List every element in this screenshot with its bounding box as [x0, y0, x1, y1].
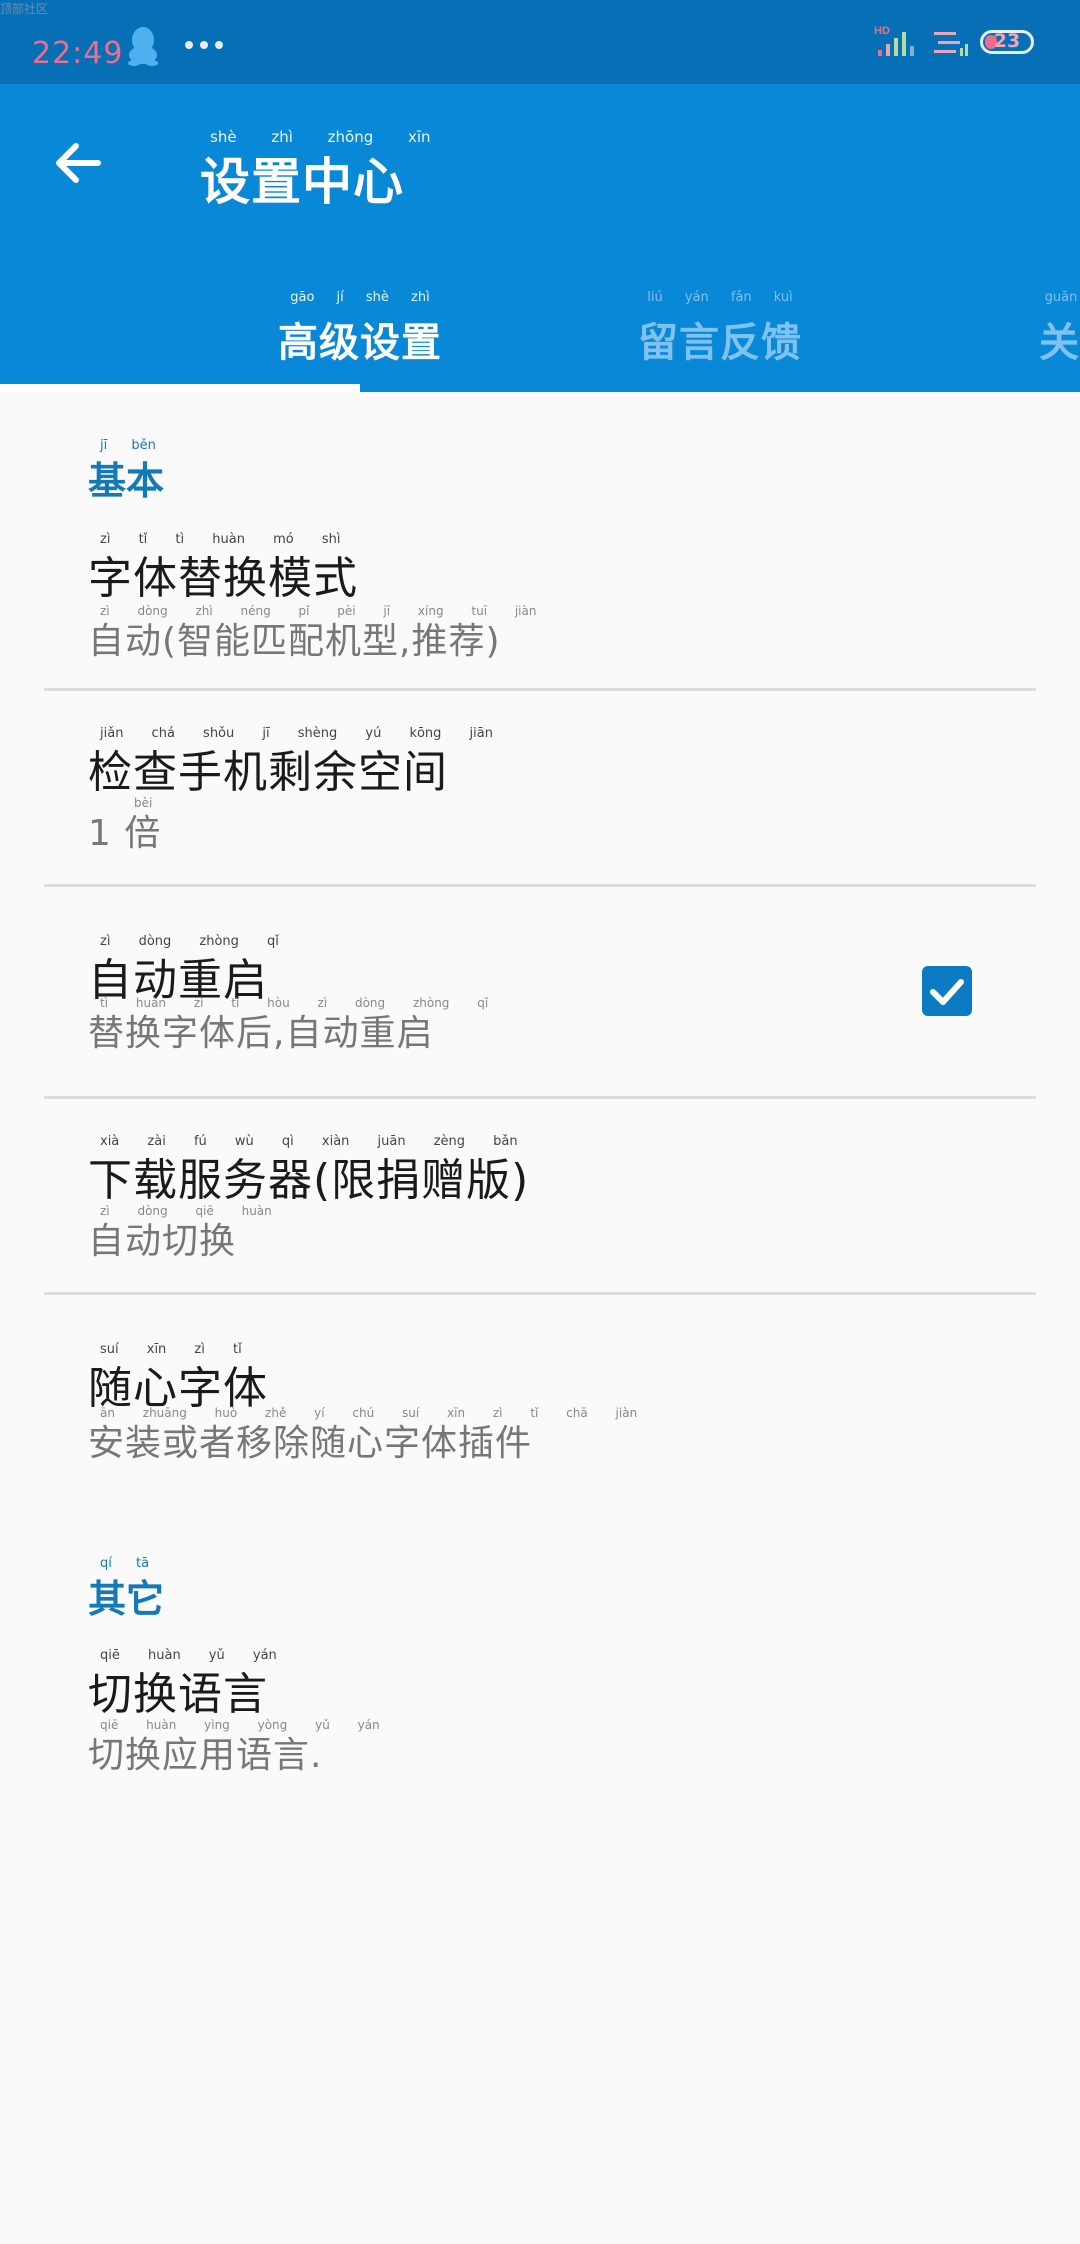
- pref-check-storage[interactable]: jiǎn chá shǒu jī shèng yú kōng jiān 检查手机…: [44, 726, 1036, 876]
- pref-title: 检查手机剩余空间: [88, 747, 448, 798]
- status-bar: 22:49 HD 23: [0, 0, 1080, 84]
- section-title-other: 其它: [88, 1577, 165, 1621]
- more-dots-icon: [185, 41, 223, 49]
- qq-icon: [128, 27, 158, 66]
- tab-indicator: [0, 384, 360, 392]
- pref-title: 字体替换模式: [88, 553, 358, 604]
- divider: [44, 1292, 1036, 1295]
- divider: [44, 884, 1036, 887]
- pref-download-server[interactable]: xià zài fú wù qì xiàn juān zèng bǎn 下载服务…: [44, 1134, 1036, 1284]
- tab-pinyin: guān yú: [1044, 290, 1080, 305]
- svg-text:HD: HD: [874, 25, 890, 37]
- pref-auto-restart[interactable]: zì dòng zhòng qǐ 自动重启 tì huàn zì tǐ hòu …: [44, 934, 1036, 1094]
- checkmark-icon: [930, 979, 964, 1005]
- pref-summary: 1 倍: [88, 813, 162, 854]
- battery-level: 23: [993, 30, 1021, 52]
- tab-about[interactable]: guān yú 关于: [720, 274, 1080, 392]
- pref-summary: 安装或者移除随心字体插件: [88, 1423, 533, 1464]
- tab-label: 关于: [1039, 320, 1080, 366]
- signal-hd-icon: HD: [874, 25, 914, 56]
- watermark: 顶部社区: [0, 2, 49, 16]
- pref-summary: 切换应用语言.: [88, 1735, 323, 1776]
- notification-icon: [934, 32, 968, 56]
- divider: [44, 688, 1036, 691]
- battery-icon: 23: [980, 30, 1034, 54]
- pref-title: 切换语言: [88, 1669, 268, 1720]
- divider: [44, 1096, 1036, 1099]
- tab-feedback[interactable]: liú yán fǎn kuì 留言反馈: [360, 274, 801, 392]
- pref-suixin-font[interactable]: suí xīn zì tǐ 随心字体 ān zhuāng huò zhě yí …: [44, 1342, 1036, 1492]
- pref-summary: 自动(智能匹配机型,推荐): [88, 621, 501, 662]
- pref-summary: 替换字体后,自动重启: [88, 1013, 434, 1054]
- auto-restart-checkbox[interactable]: [922, 966, 972, 1016]
- tab-bar: gāo jí shè zhì 高级设置 liú yán fǎn kuì 留言反馈…: [0, 274, 1080, 392]
- page-title: 设置中心: [200, 153, 404, 211]
- back-arrow-icon[interactable]: [50, 136, 104, 190]
- status-time: 22:49: [32, 36, 124, 71]
- pref-switch-language[interactable]: qiē huàn yǔ yán 切换语言 qiē huàn yìng yòng …: [44, 1648, 1036, 1798]
- tab-advanced-settings[interactable]: gāo jí shè zhì 高级设置: [0, 274, 441, 392]
- section-title-basic: 基本: [88, 459, 165, 503]
- pref-font-replace-mode[interactable]: zì tǐ tì huàn mó shì 字体替换模式 zì dòng zhì …: [44, 532, 1036, 682]
- pref-title: 下载服务器(限捐赠版): [88, 1155, 530, 1206]
- app-bar: shè zhì zhōng xīn 设置中心 gāo jí shè zhì 高级…: [0, 84, 1080, 392]
- pref-summary: 自动切换: [88, 1221, 237, 1262]
